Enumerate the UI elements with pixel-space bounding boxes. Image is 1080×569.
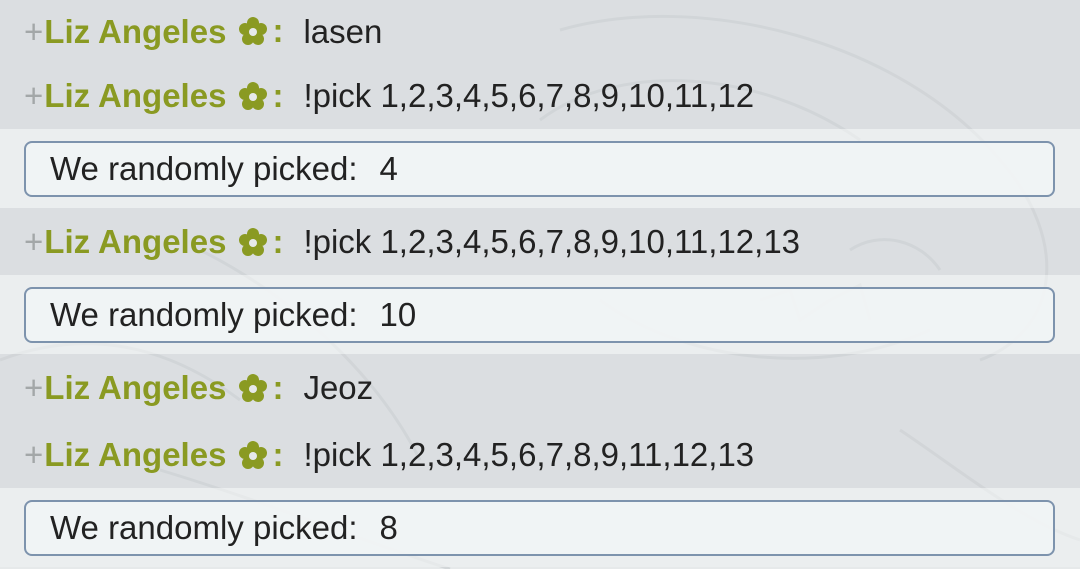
- pick-result-row: We randomly picked: 4: [0, 129, 1080, 208]
- pick-value: 8: [379, 508, 398, 546]
- message-text: !pick 1,2,3,4,5,6,7,8,9,11,12,13: [303, 436, 755, 473]
- pick-value: 4: [379, 149, 398, 187]
- username[interactable]: Liz Angeles: [44, 225, 226, 258]
- pick-result-box[interactable]: We randomly picked: 4: [24, 140, 1055, 197]
- flower-icon: [239, 440, 268, 469]
- pick-result-row: We randomly picked: 8: [0, 488, 1080, 567]
- rank-prefix: +: [24, 223, 44, 260]
- pick-label: We randomly picked:: [50, 149, 358, 187]
- colon: :: [272, 12, 284, 49]
- colon: :: [272, 76, 284, 114]
- username[interactable]: Liz Angeles: [44, 15, 226, 48]
- pick-value: 10: [379, 295, 417, 333]
- pick-result-box[interactable]: We randomly picked: 8: [24, 499, 1055, 556]
- pick-result-row: We randomly picked: 10: [0, 275, 1080, 354]
- message-text: Jeoz: [303, 369, 374, 406]
- chat-log: + Liz Angeles : lasen + Liz Angeles : !p…: [0, 0, 1080, 567]
- message-text: !pick 1,2,3,4,5,6,7,8,9,10,11,12,13: [303, 223, 801, 260]
- username[interactable]: Liz Angeles: [44, 438, 226, 471]
- pick-result-box[interactable]: We randomly picked: 10: [24, 286, 1055, 343]
- chat-message[interactable]: + Liz Angeles : !pick 1,2,3,4,5,6,7,8,9,…: [0, 421, 1080, 488]
- flower-icon: [239, 373, 268, 402]
- rank-prefix: +: [24, 369, 44, 406]
- username[interactable]: Liz Angeles: [44, 79, 226, 112]
- flower-icon: [239, 81, 268, 110]
- chat-message[interactable]: + Liz Angeles : Jeoz: [0, 354, 1080, 421]
- chat-message[interactable]: + Liz Angeles : !pick 1,2,3,4,5,6,7,8,9,…: [0, 62, 1080, 129]
- pick-label: We randomly picked:: [50, 508, 358, 546]
- rank-prefix: +: [24, 77, 44, 114]
- colon: :: [272, 435, 284, 473]
- chat-message[interactable]: + Liz Angeles : !pick 1,2,3,4,5,6,7,8,9,…: [0, 208, 1080, 275]
- flower-icon: [239, 227, 268, 256]
- colon: :: [272, 368, 284, 406]
- flower-icon: [239, 17, 268, 45]
- message-text: lasen: [303, 12, 383, 50]
- colon: :: [272, 222, 284, 260]
- rank-prefix: +: [24, 436, 44, 473]
- rank-prefix: +: [24, 12, 44, 50]
- chat-message[interactable]: + Liz Angeles : lasen: [0, 0, 1080, 62]
- username[interactable]: Liz Angeles: [44, 371, 226, 404]
- pick-label: We randomly picked:: [50, 295, 358, 333]
- message-text: !pick 1,2,3,4,5,6,7,8,9,10,11,12: [303, 77, 755, 114]
